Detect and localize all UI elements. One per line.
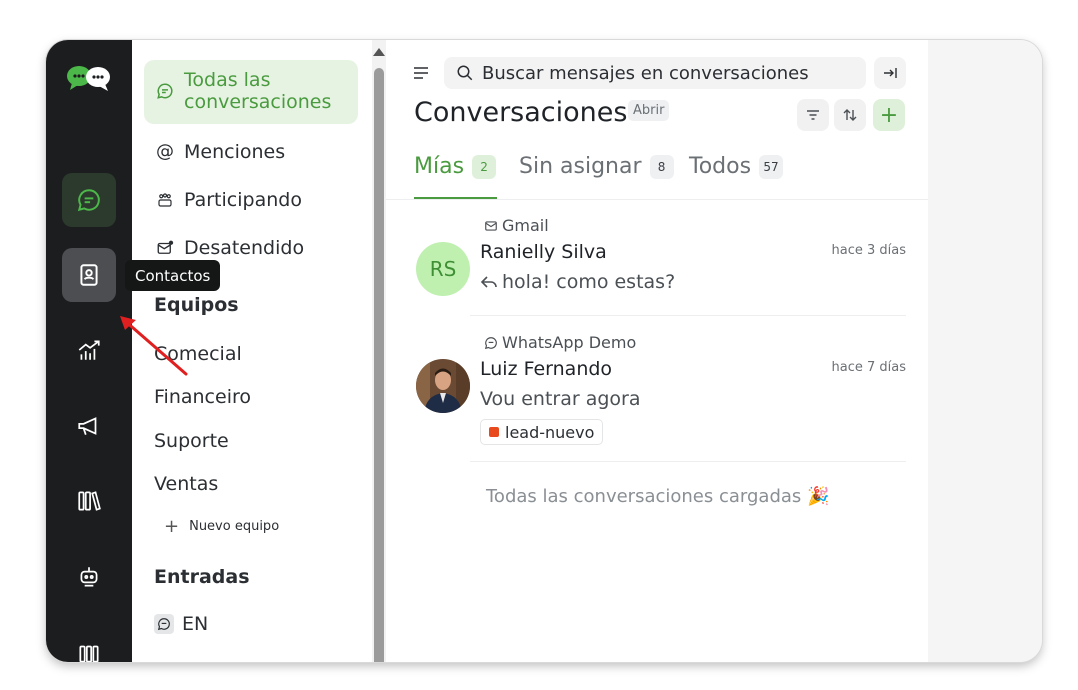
campaigns-nav-button[interactable] (62, 399, 116, 453)
inbox-name: Gmail (502, 216, 549, 235)
conversation-label[interactable]: lead-nuevo (480, 419, 604, 445)
tab-label: Todos (689, 154, 752, 179)
chat-icon (77, 189, 100, 212)
conversation-divider (470, 315, 906, 316)
status-filter-badge[interactable]: Abrir (628, 100, 670, 121)
bot-nav-button[interactable] (62, 550, 116, 604)
sidebar-item-all-conversations[interactable]: Todas las conversaciones (144, 60, 358, 124)
contact-name: Ranielly Silva (480, 241, 607, 263)
tab-count-badge: 57 (759, 154, 784, 179)
app-window: Todas las conversaciones @ Menciones Par… (46, 40, 1042, 662)
team-item[interactable]: Ventas (154, 473, 218, 495)
conversation-time: hace 3 días (831, 243, 907, 258)
conversation-inbox: WhatsApp Demo (484, 333, 636, 352)
conversation-detail-pane (928, 40, 1042, 662)
sidebar-item-label: Menciones (184, 141, 286, 163)
tab-count-badge: 2 (472, 154, 497, 179)
scrollbar-thumb[interactable] (374, 68, 384, 662)
people-icon (158, 193, 172, 207)
tabs-divider (386, 199, 928, 200)
sidebar-item-label: Participando (184, 189, 302, 211)
contacts-nav-button[interactable] (62, 248, 116, 302)
conversation-time: hace 7 días (831, 360, 907, 375)
tab-unassigned[interactable]: Sin asignar 8 (519, 154, 674, 179)
avatar: RS (416, 242, 470, 296)
new-team-label: Nuevo equipo (189, 519, 280, 534)
search-box[interactable] (444, 57, 866, 89)
tab-count-badge: 8 (649, 154, 674, 179)
tab-all[interactable]: Todos 57 (689, 154, 784, 179)
label-color-swatch (489, 427, 499, 437)
arrow-to-right-icon (884, 68, 897, 78)
scroll-up-icon[interactable] (373, 48, 385, 56)
contact-name: Luiz Fernando (480, 358, 613, 380)
conversation-item[interactable]: WhatsApp Demo Luiz Fernando hace 7 días … (386, 327, 928, 467)
reply-icon (480, 276, 497, 288)
new-team-button[interactable]: + Nuevo equipo (164, 516, 279, 537)
avatar (416, 359, 470, 413)
team-item[interactable]: Financeiro (154, 386, 251, 408)
contacts-tooltip: Contactos (125, 260, 221, 291)
inbox-item[interactable]: EN (154, 613, 208, 635)
chat-icon (484, 336, 497, 349)
at-icon: @ (156, 141, 174, 162)
sort-icon (843, 109, 857, 121)
sidebar-item-label: Desatendido (184, 237, 305, 259)
avatar-photo (416, 359, 470, 413)
logo-icon (67, 66, 110, 91)
filter-icon (807, 110, 819, 120)
library-nav-button[interactable] (62, 474, 116, 528)
inboxes-heading: Entradas (154, 566, 250, 588)
tab-mine[interactable]: Mías 2 (414, 154, 497, 179)
megaphone-icon (78, 417, 97, 435)
mail-icon (485, 220, 497, 231)
conversation-list-panel: Conversaciones Abrir + Mías 2 Sin asigna… (386, 40, 928, 662)
collapse-sidebar-button[interactable] (874, 57, 906, 89)
last-message: hola! como estas? (480, 271, 675, 293)
page-title: Conversaciones (414, 97, 628, 128)
tab-label: Sin asignar (519, 154, 642, 179)
inbox-label: EN (182, 613, 209, 635)
new-conversation-button[interactable]: + (873, 99, 905, 131)
chat-icon (154, 614, 174, 634)
inbox-name: WhatsApp Demo (502, 333, 637, 352)
conversation-item[interactable]: Gmail RS Ranielly Silva hace 3 días hola… (386, 210, 928, 320)
all-loaded-message: Todas las conversaciones cargadas 🎉 (486, 486, 830, 507)
search-input[interactable] (482, 62, 842, 84)
menu-icon[interactable] (414, 67, 428, 79)
last-message: Vou entrar agora (480, 388, 641, 410)
annotation-arrow-icon (120, 316, 188, 376)
sidebar-item-unattended[interactable]: Desatendido (156, 237, 304, 259)
team-item[interactable]: Suporte (154, 430, 229, 452)
conversation-divider (470, 461, 906, 462)
more-nav-button[interactable] (62, 626, 116, 662)
reports-nav-button[interactable] (62, 323, 116, 377)
chat-icon (157, 83, 173, 99)
plus-icon: + (879, 102, 899, 128)
chart-icon (78, 340, 100, 360)
sidebar-item-label: Todas las conversaciones (184, 69, 332, 113)
tab-label: Mías (414, 154, 465, 179)
search-icon (457, 65, 473, 81)
sort-button[interactable] (834, 99, 866, 131)
plus-icon: + (164, 516, 180, 537)
conversations-nav-button[interactable] (62, 173, 116, 227)
last-message-text: Vou entrar agora (480, 388, 641, 410)
mail-unread-icon (157, 240, 174, 254)
filter-button[interactable] (797, 99, 829, 131)
sidebar-item-mentions[interactable]: @ Menciones (156, 141, 285, 163)
sidebar-scrollbar[interactable] (372, 40, 386, 662)
last-message-text: hola! como estas? (502, 271, 676, 293)
robot-icon (80, 567, 98, 587)
conversation-inbox: Gmail (484, 216, 549, 235)
contact-book-icon (80, 264, 98, 286)
columns-icon (79, 645, 99, 662)
sidebar-item-participating[interactable]: Participando (156, 189, 302, 211)
label-text: lead-nuevo (505, 422, 595, 442)
library-icon (78, 491, 101, 511)
